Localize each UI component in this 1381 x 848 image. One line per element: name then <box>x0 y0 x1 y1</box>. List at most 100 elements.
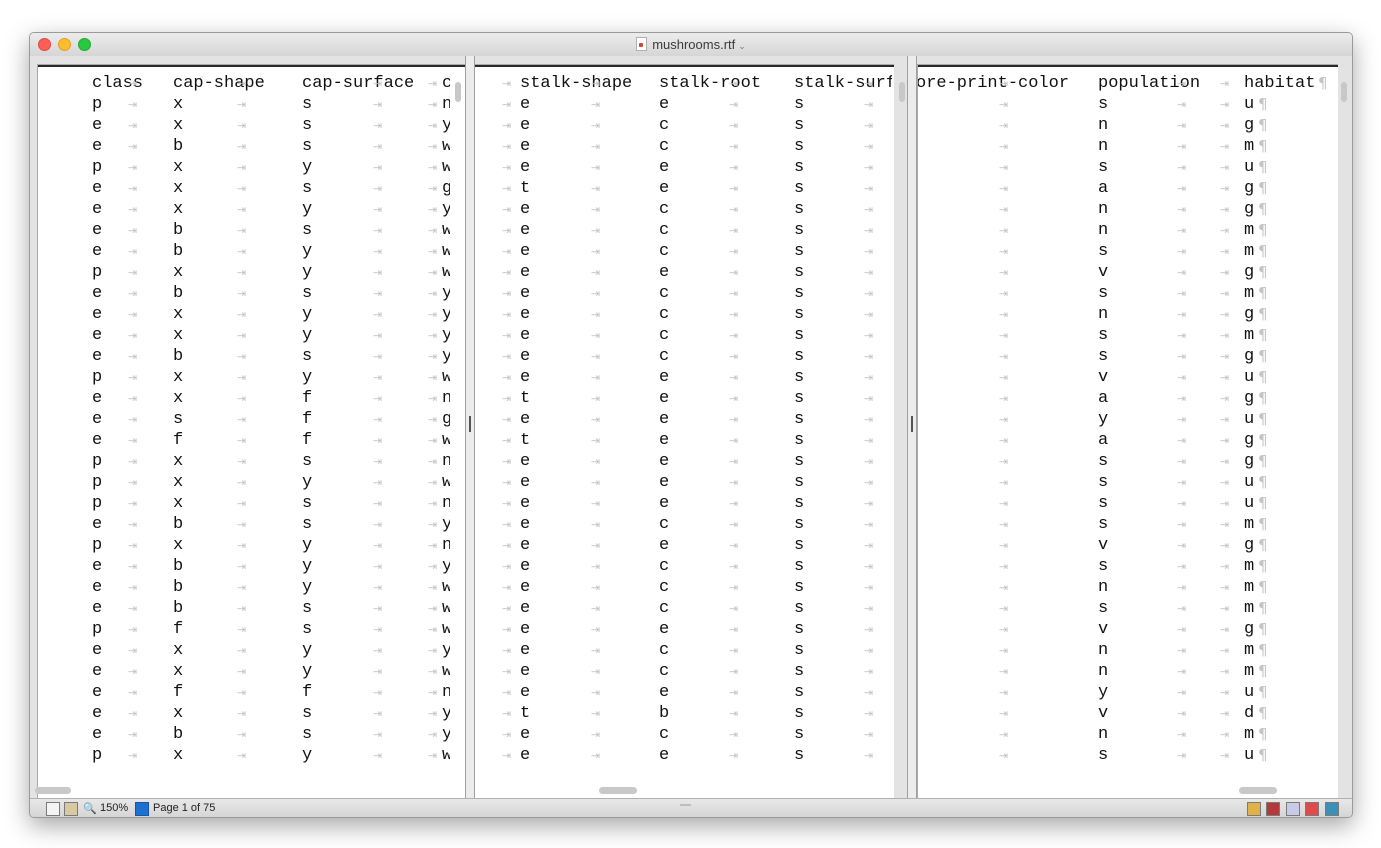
page-middle[interactable]: orstalk-shapestalk-rootstalk-surf⇥⇥⇥⇥ees… <box>475 64 894 798</box>
table-cell: e <box>659 452 670 471</box>
table-cell: e <box>520 746 531 765</box>
table-cell: v <box>1098 368 1109 387</box>
table-cell: e <box>92 557 103 576</box>
tab-mark-icon: ⇥ <box>864 161 874 174</box>
tab-mark-icon: ⇥ <box>373 287 383 300</box>
tab-mark-icon: ⇥ <box>1220 602 1230 615</box>
tab-mark-icon: ⇥ <box>864 749 874 762</box>
tab-mark-icon: ⇥ <box>1220 623 1230 636</box>
table-cell: p <box>92 452 103 471</box>
tab-mark-icon: ⇥ <box>128 245 138 258</box>
tab-mark-icon: ⇥ <box>428 560 438 573</box>
invisibles-icon[interactable] <box>1325 802 1339 816</box>
page-right[interactable]: ore-print-color population habitat ⇥ ⇥ ⇥ ¶ s u ⇥ ⇥… <box>917 64 1338 798</box>
vertical-scrollbar-right[interactable] <box>1341 82 1347 102</box>
tab-mark-icon: ⇥ <box>373 686 383 699</box>
table-cell: e <box>520 326 531 345</box>
pane-middle[interactable]: orstalk-shapestalk-rootstalk-surf⇥⇥⇥⇥ees… <box>475 56 907 798</box>
tab-mark-icon: ⇥ <box>428 686 438 699</box>
table-cell: s <box>1098 473 1109 492</box>
table-cell: y <box>442 200 450 219</box>
zoom-icon[interactable]: 🔍 <box>83 802 97 815</box>
table-cell: s <box>173 410 184 429</box>
tab-mark-icon: ⇥ <box>237 98 247 111</box>
tab-mark-icon: ⇥ <box>373 434 383 447</box>
table-cell: m <box>1244 137 1255 156</box>
splitter-grip[interactable] <box>911 416 913 432</box>
language-flag-icon[interactable] <box>1266 802 1280 816</box>
table-cell: m <box>1244 662 1255 681</box>
table-cell: x <box>173 473 184 492</box>
table-cell: s <box>794 389 805 408</box>
pane-splitter-1[interactable] <box>465 56 475 798</box>
tab-mark-icon: ⇥ <box>502 350 512 363</box>
tab-mark-icon: ⇥ <box>428 644 438 657</box>
horizontal-scrollbar-left[interactable] <box>35 787 71 794</box>
table-cell: c <box>659 557 670 576</box>
tab-mark-icon: ⇥ <box>864 707 874 720</box>
tab-mark-icon: ⇥ <box>428 476 438 489</box>
text-area-right[interactable]: ore-print-color population habitat ⇥ ⇥ ⇥ ¶ s u ⇥ ⇥… <box>918 65 1336 798</box>
format-icon[interactable] <box>1286 802 1300 816</box>
tab-mark-icon: ⇥ <box>373 602 383 615</box>
pilcrow-icon: ¶ <box>1258 515 1268 533</box>
pilcrow-icon: ¶ <box>1258 725 1268 743</box>
page-color-icon[interactable] <box>1305 802 1319 816</box>
table-cell: e <box>520 263 531 282</box>
vertical-scrollbar-middle[interactable] <box>899 82 905 102</box>
tab-mark-icon: ⇥ <box>999 686 1009 699</box>
tab-mark-icon: ⇥ <box>128 140 138 153</box>
text-area-left[interactable]: classcap-shapecap-surfacecolor⇥⇥⇥⇥pxsn⇥⇥… <box>90 65 450 798</box>
tab-mark-icon: ⇥ <box>864 623 874 636</box>
zoom-level[interactable]: 150% <box>100 802 128 814</box>
tab-mark-icon: ⇥ <box>373 455 383 468</box>
table-cell: w <box>442 662 450 681</box>
horizontal-scrollbar-middle[interactable] <box>599 787 637 794</box>
pilcrow-icon: ¶ <box>1258 179 1268 197</box>
tab-mark-icon: ⇥ <box>864 245 874 258</box>
chevron-down-icon[interactable]: ⌄ <box>738 41 746 51</box>
tab-mark-icon: ⇥ <box>128 728 138 741</box>
window-title-text: mushrooms.rtf <box>652 37 736 52</box>
table-cell: y <box>302 368 313 387</box>
vertical-scrollbar-left[interactable] <box>455 82 461 102</box>
tab-mark-icon: ⇥ <box>729 350 739 363</box>
page-icon[interactable] <box>135 802 149 816</box>
tab-mark-icon: ⇥ <box>128 77 138 90</box>
page-left[interactable]: classcap-shapecap-surfacecolor⇥⇥⇥⇥pxsn⇥⇥… <box>37 64 466 798</box>
splitter-grip[interactable] <box>469 416 471 432</box>
horizontal-scrollbar-right[interactable] <box>1239 787 1277 794</box>
text-area-middle[interactable]: orstalk-shapestalk-rootstalk-surf⇥⇥⇥⇥ees… <box>475 65 892 798</box>
tab-mark-icon: ⇥ <box>1177 350 1187 363</box>
tab-mark-icon: ⇥ <box>128 119 138 132</box>
tab-mark-icon: ⇥ <box>502 518 512 531</box>
table-cell: e <box>659 263 670 282</box>
tab-mark-icon: ⇥ <box>428 539 438 552</box>
ruler-icon[interactable] <box>1247 802 1261 816</box>
table-cell: s <box>794 704 805 723</box>
table-cell: p <box>92 158 103 177</box>
tab-mark-icon: ⇥ <box>591 329 601 342</box>
window-title[interactable]: mushrooms.rtf ⌄ <box>30 37 1352 52</box>
divider-handle[interactable]: ⎯⎯ <box>680 799 691 812</box>
tab-mark-icon: ⇥ <box>729 434 739 447</box>
tab-mark-icon: ⇥ <box>1177 203 1187 216</box>
table-cell: s <box>794 620 805 639</box>
tab-mark-icon: ⇥ <box>864 140 874 153</box>
pane-right[interactable]: ore-print-color population habitat ⇥ ⇥ ⇥ ¶ s u ⇥ ⇥… <box>917 56 1352 798</box>
layout-toggle-icon[interactable] <box>46 802 60 816</box>
tab-mark-icon: ⇥ <box>237 728 247 741</box>
pilcrow-icon: ¶ <box>1258 326 1268 344</box>
table-cell: m <box>1244 641 1255 660</box>
tab-mark-icon: ⇥ <box>502 686 512 699</box>
table-cell: s <box>794 95 805 114</box>
clipboard-icon[interactable] <box>64 802 78 816</box>
pane-left[interactable]: classcap-shapecap-surfacecolor⇥⇥⇥⇥pxsn⇥⇥… <box>30 56 466 798</box>
pane-splitter-2[interactable] <box>907 56 917 798</box>
tab-mark-icon: ⇥ <box>1177 308 1187 321</box>
tab-mark-icon: ⇥ <box>1177 644 1187 657</box>
table-cell: w <box>442 221 450 240</box>
tab-mark-icon: ⇥ <box>591 539 601 552</box>
table-cell: n <box>442 494 450 513</box>
tab-mark-icon: ⇥ <box>1177 140 1187 153</box>
